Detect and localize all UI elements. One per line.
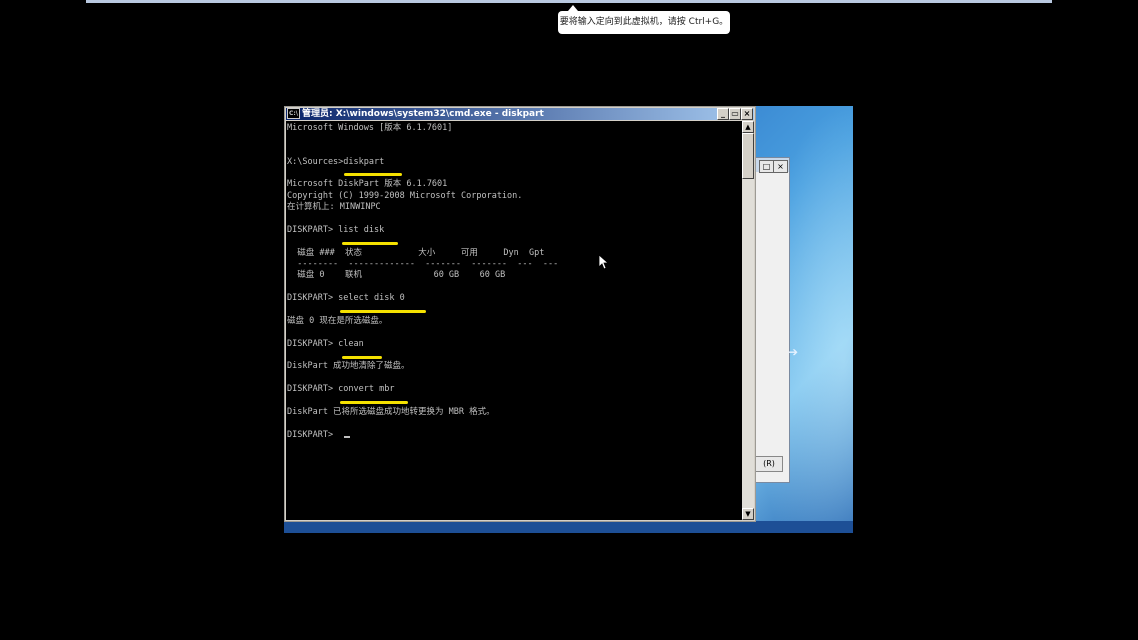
close-button[interactable]: × [741,108,753,120]
console-line: DISKPART> [287,430,339,440]
highlight-underline [340,310,426,313]
console-line: Copyright (C) 1999-2008 Microsoft Corpor… [287,191,523,201]
setup-close-button[interactable]: × [773,160,788,173]
console-line: DISKPART> convert mbr [287,384,395,394]
highlight-underline [340,401,408,404]
scrollbar[interactable]: ▲ ▼ [742,121,754,520]
maximize-button[interactable]: ▭ [729,108,741,120]
highlight-underline [342,242,398,245]
setup-window-titlebar[interactable]: □ × [755,158,789,173]
text-cursor [344,436,350,438]
mouse-pointer-icon [598,254,610,274]
console-line: Microsoft Windows [版本 6.1.7601] [287,123,453,133]
input-tooltip: 要将输入定向到此虚拟机，请按 Ctrl+G。 [558,5,730,34]
console-line: 磁盘 ### 状态 大小 可用 Dyn Gpt [287,248,545,258]
cmd-titlebar[interactable]: C:\ 管理员: X:\windows\system32\cmd.exe - di… [286,108,754,120]
minimize-button[interactable]: _ [717,108,729,120]
console-line: DISKPART> select disk 0 [287,293,405,303]
console-line: DiskPart 已将所选磁盘成功地转更换为 MBR 格式。 [287,407,495,417]
console-line: 磁盘 0 联机 60 GB 60 GB [287,270,506,280]
scroll-down-icon[interactable]: ▼ [742,508,754,520]
console-line: -------- ------------- ------- ------- -… [287,259,559,269]
highlight-underline [342,356,382,359]
back-arrow-icon[interactable]: ➔ [788,345,798,359]
console-line: X:\Sources>diskpart [287,157,385,167]
taskbar [284,521,853,533]
scroll-up-icon[interactable]: ▲ [742,121,754,133]
highlight-underline [344,173,402,176]
setup-maximize-button[interactable]: □ [759,160,774,173]
cmd-icon: C:\ [287,108,300,119]
console-output[interactable]: Microsoft Windows [版本 6.1.7601] X:\Sourc… [286,121,742,520]
setup-window[interactable]: □ × (R) [754,157,790,483]
console-line: 在计算机上: MINWINPC [287,202,381,212]
scrollbar-thumb[interactable] [742,133,754,179]
cmd-title-text: 管理员: X:\windows\system32\cmd.exe - diskp… [302,109,544,119]
setup-repair-button[interactable]: (R) [755,456,783,472]
cmd-window[interactable]: C:\ 管理员: X:\windows\system32\cmd.exe - di… [284,106,756,522]
top-bar [86,0,1052,3]
console-line: DISKPART> clean [287,339,364,349]
console-line: Microsoft DiskPart 版本 6.1.7601 [287,179,448,189]
console-line: DiskPart 成功地清除了磁盘。 [287,361,410,371]
console-line: 磁盘 0 现在是所选磁盘。 [287,316,388,326]
console-line: DISKPART> list disk [287,225,385,235]
